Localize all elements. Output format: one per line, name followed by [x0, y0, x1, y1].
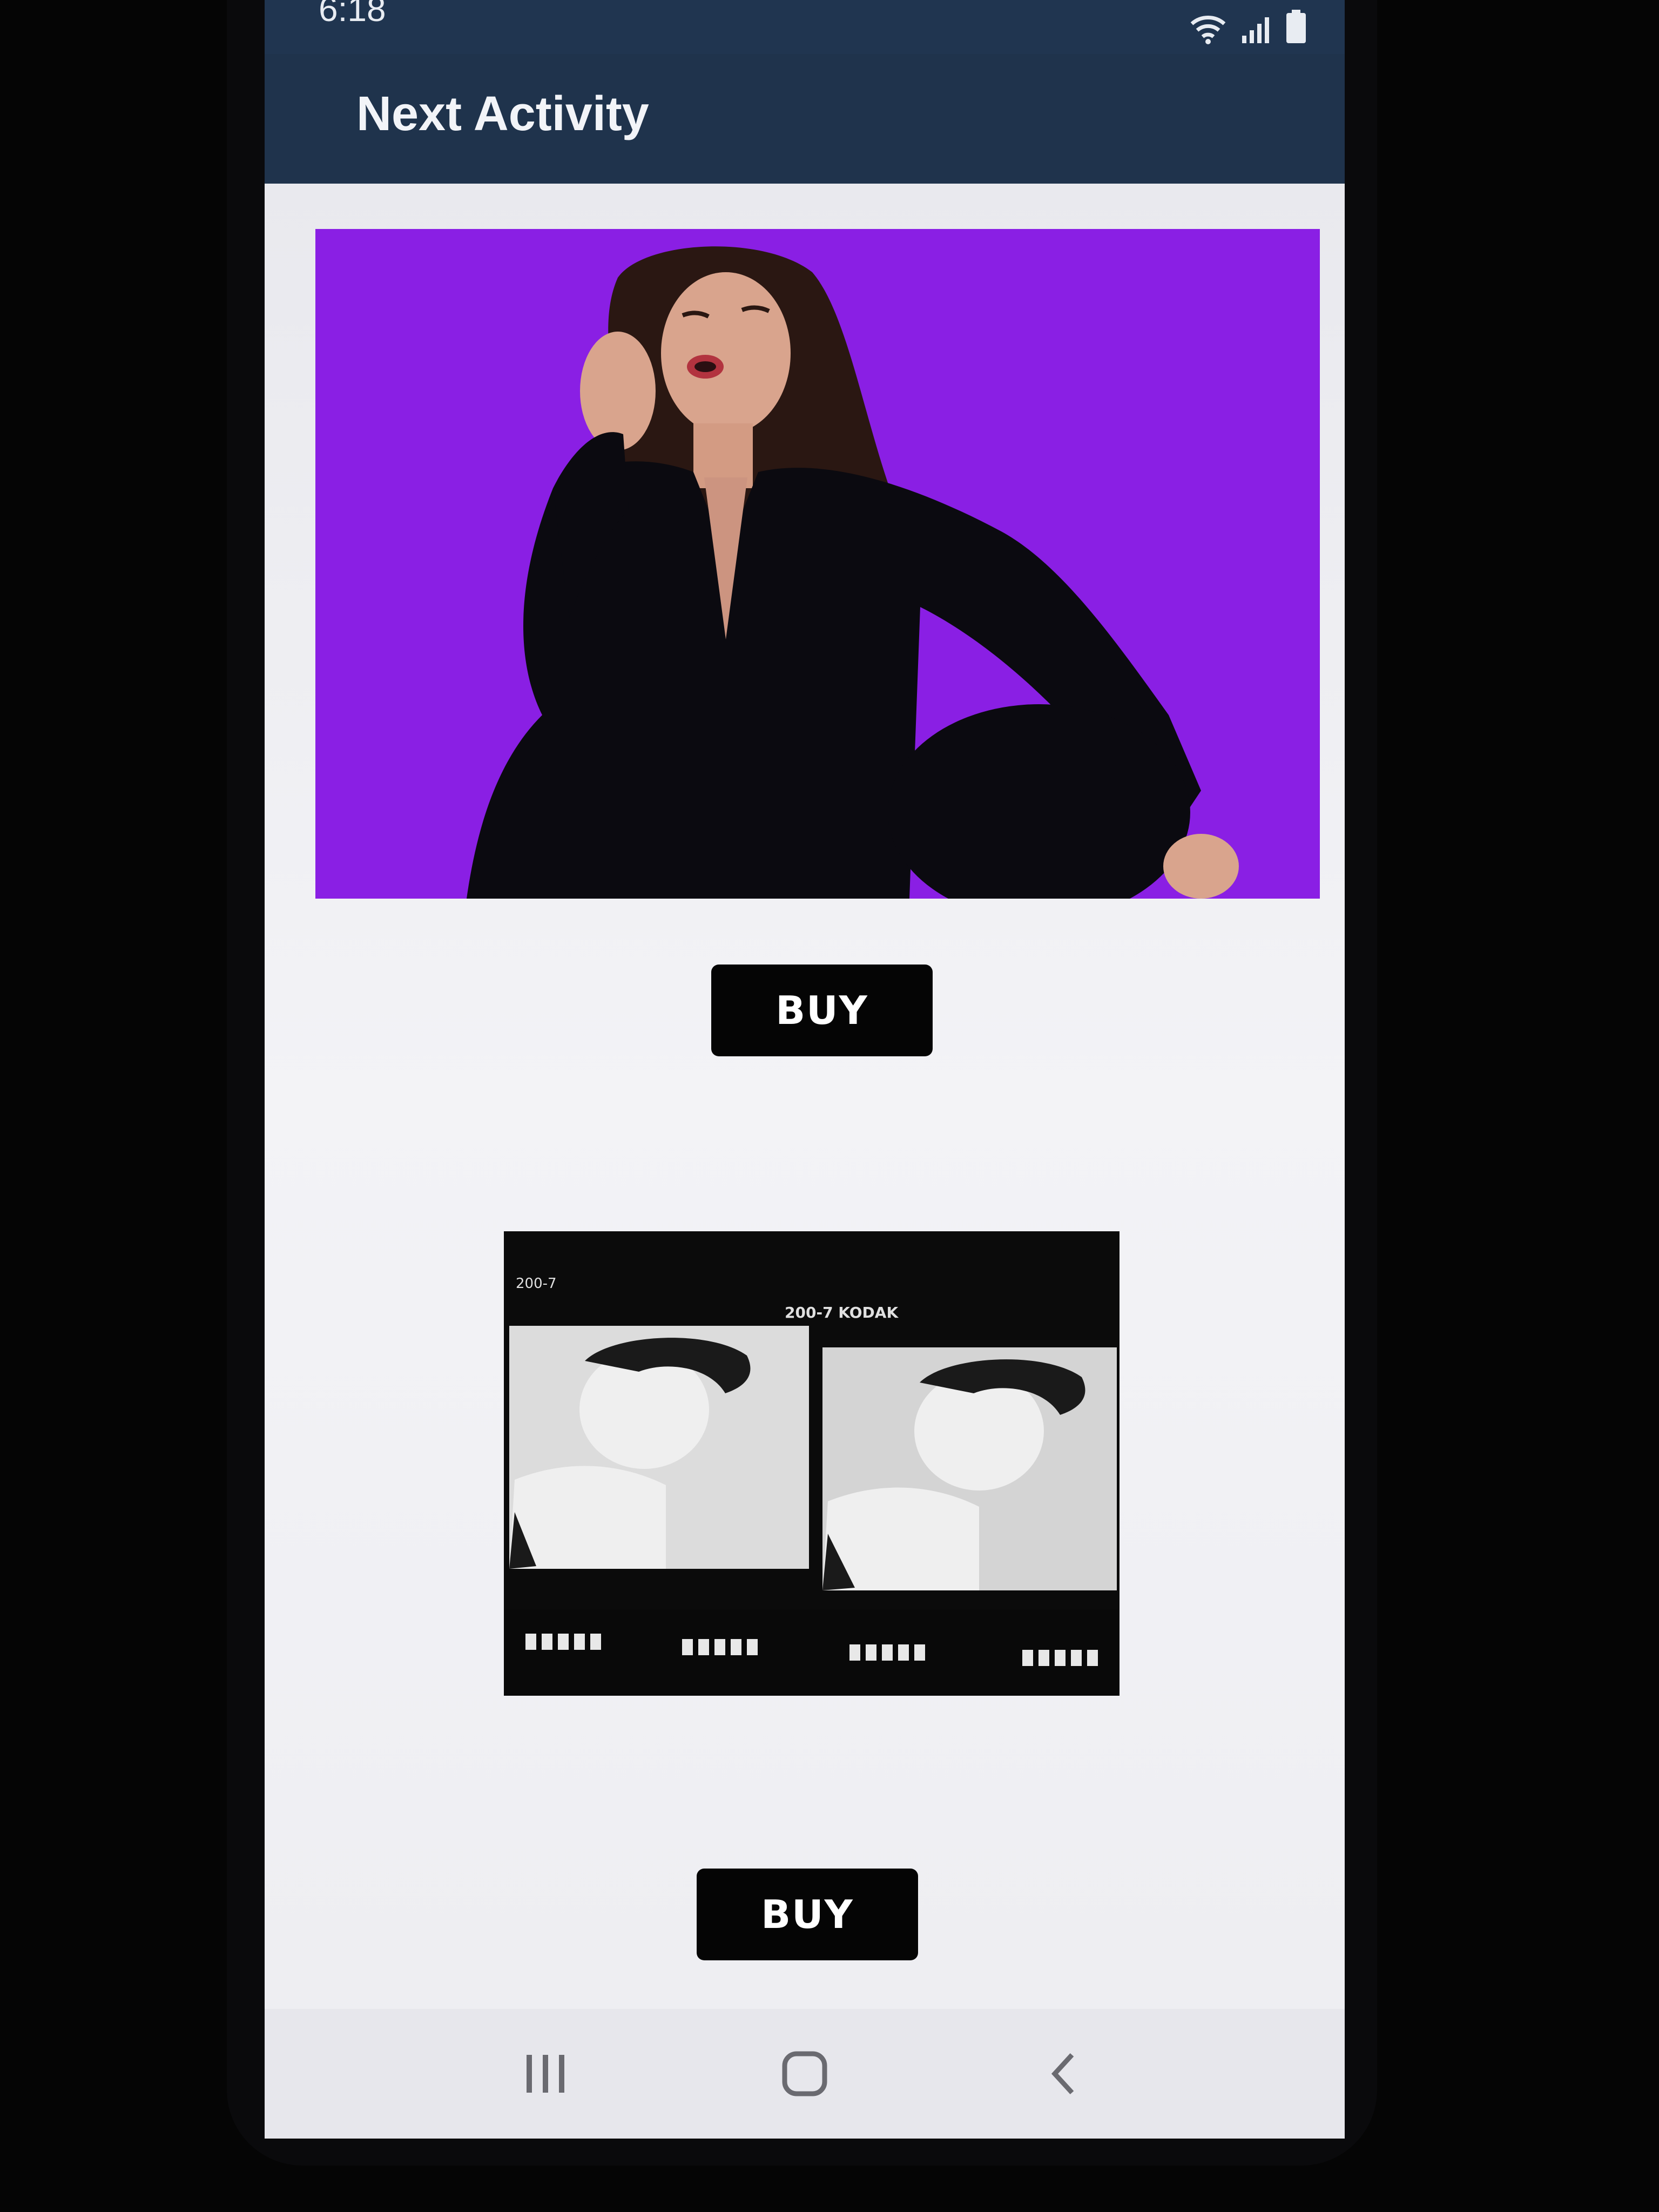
film-strip-illustration: 200-7 200-7 KODAK [504, 1231, 1120, 1696]
status-icons [1189, 10, 1307, 44]
content-area: BUY 200-7 200-7 KODAK BUY [265, 184, 1345, 2009]
screen: 6:18 Next Activity BUY 200-7 200-7 KODAK… [265, 0, 1345, 2139]
status-time: 6:18 [319, 0, 386, 29]
film-label-top: 200-7 KODAK [785, 1304, 899, 1321]
product-image-1 [315, 229, 1320, 899]
signal-icon [1242, 17, 1269, 43]
status-bar: 6:18 [265, 0, 1345, 54]
back-icon[interactable] [1031, 2041, 1096, 2106]
buy-button-1[interactable]: BUY [711, 965, 933, 1056]
page-title: Next Activity [356, 87, 649, 141]
battery-icon [1286, 10, 1306, 43]
recent-apps-icon[interactable] [513, 2041, 578, 2106]
product-image-2: 200-7 200-7 KODAK [504, 1231, 1120, 1696]
wifi-icon [1190, 16, 1226, 44]
home-icon[interactable] [772, 2041, 837, 2106]
navigation-bar [265, 2009, 1345, 2139]
buy-button-2[interactable]: BUY [697, 1869, 918, 1960]
portrait-illustration [315, 229, 1320, 899]
film-label-left: 200-7 [516, 1276, 557, 1292]
app-bar: Next Activity [265, 54, 1345, 184]
